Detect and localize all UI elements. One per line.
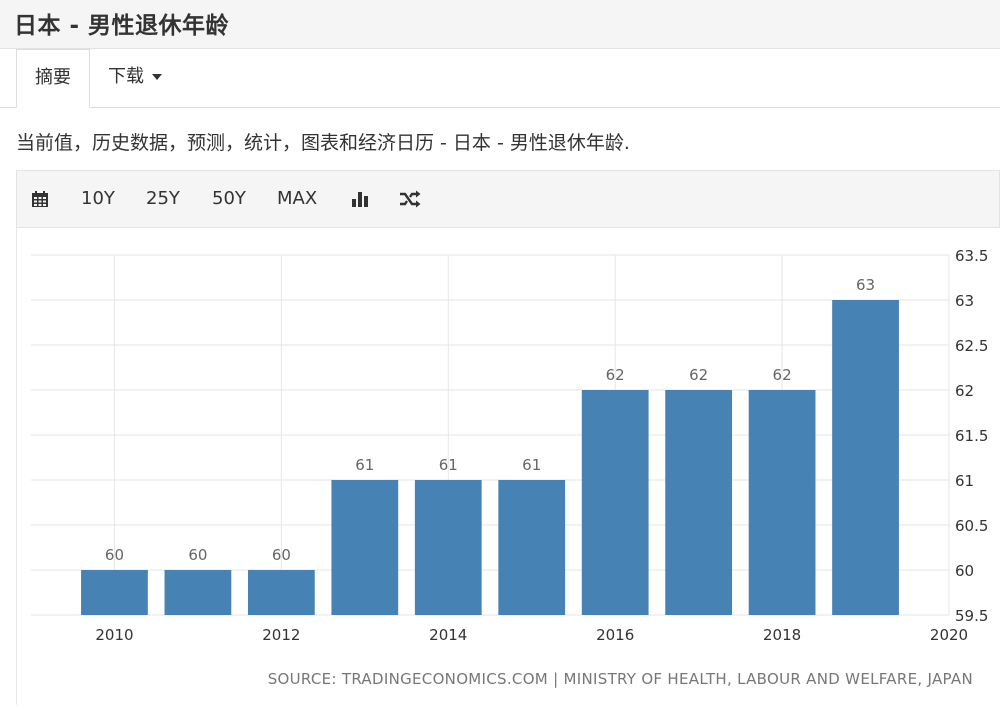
bar-2012 (247, 570, 315, 615)
x-tick-label: 2016 (596, 626, 634, 644)
y-tick-label: 60 (955, 562, 974, 580)
bar-chart-icon[interactable] (351, 171, 369, 227)
bars (81, 300, 899, 615)
bar-2015 (498, 480, 566, 615)
bar-2014 (414, 480, 482, 615)
y-tick-label: 63 (955, 292, 974, 310)
y-axis-ticks: 59.5 60 60.5 61 61.5 62 62.5 63 63.5 (955, 247, 988, 625)
chart-toolbar: 10Y 25Y 50Y MAX (16, 170, 1000, 228)
data-label-2014: 61 (439, 456, 458, 474)
y-tick-label: 62.5 (955, 337, 988, 355)
bar-2011 (164, 570, 232, 615)
data-label-2011: 60 (188, 546, 207, 564)
data-label-2016: 62 (606, 366, 625, 384)
bar-2019 (832, 300, 899, 615)
data-label-2010: 60 (105, 546, 124, 564)
shuffle-glyph (400, 190, 421, 208)
tab-download[interactable]: 下载 (108, 49, 162, 107)
bar-2016 (581, 390, 649, 615)
data-label-2017: 62 (689, 366, 708, 384)
data-label-2013: 61 (355, 456, 374, 474)
range-50y-button[interactable]: 50Y (212, 171, 246, 227)
range-max-button[interactable]: MAX (277, 171, 317, 227)
bar-chart-glyph (352, 192, 368, 207)
x-axis-ticks: 2010 2012 2014 2016 2018 2020 (95, 626, 968, 644)
bar-2018 (748, 390, 816, 615)
bar-2010 (81, 570, 148, 615)
bar-2013 (331, 480, 399, 615)
title-bar: 日本 - 男性退休年龄 (0, 0, 1000, 49)
data-label-2019: 63 (856, 276, 875, 294)
tab-download-label: 下载 (108, 66, 144, 87)
x-tick-label: 2020 (930, 626, 968, 644)
data-label-2018: 62 (773, 366, 792, 384)
chart-area: 60 60 60 61 61 61 62 62 62 63 59.5 60 60.5 61 61.5 62 6… (16, 228, 1000, 705)
range-10y-button[interactable]: 10Y (81, 171, 115, 227)
page-title: 日本 - 男性退休年龄 (14, 13, 230, 39)
y-tick-label: 60.5 (955, 517, 988, 535)
x-tick-label: 2018 (763, 626, 801, 644)
y-tick-label: 59.5 (955, 607, 988, 625)
tabs-row: 摘要 下载 (0, 49, 1000, 108)
retirement-age-bar-chart: 60 60 60 61 61 61 62 62 62 63 59.5 60 60.5 61 61.5 62 6… (31, 247, 988, 688)
range-25y-button[interactable]: 25Y (146, 171, 180, 227)
calendar-icon[interactable] (31, 171, 49, 227)
x-tick-label: 2014 (429, 626, 467, 644)
y-tick-label: 61 (955, 472, 974, 490)
calendar-glyph (32, 191, 48, 207)
y-tick-label: 63.5 (955, 247, 988, 265)
y-tick-label: 62 (955, 382, 974, 400)
bar-2017 (665, 390, 733, 615)
x-tick-label: 2012 (262, 626, 300, 644)
tab-summary[interactable]: 摘要 (16, 49, 90, 108)
shuffle-icon[interactable] (399, 171, 421, 227)
x-tick-label: 2010 (95, 626, 133, 644)
page-description: 当前值，历史数据，预测，统计，图表和经济日历 - 日本 - 男性退休年龄. (16, 132, 630, 154)
y-tick-label: 61.5 (955, 427, 988, 445)
caret-down-icon (152, 74, 162, 80)
data-label-2012: 60 (272, 546, 291, 564)
data-label-2015: 61 (522, 456, 541, 474)
source-note: SOURCE: TRADINGECONOMICS.COM | MINISTRY … (268, 670, 973, 688)
